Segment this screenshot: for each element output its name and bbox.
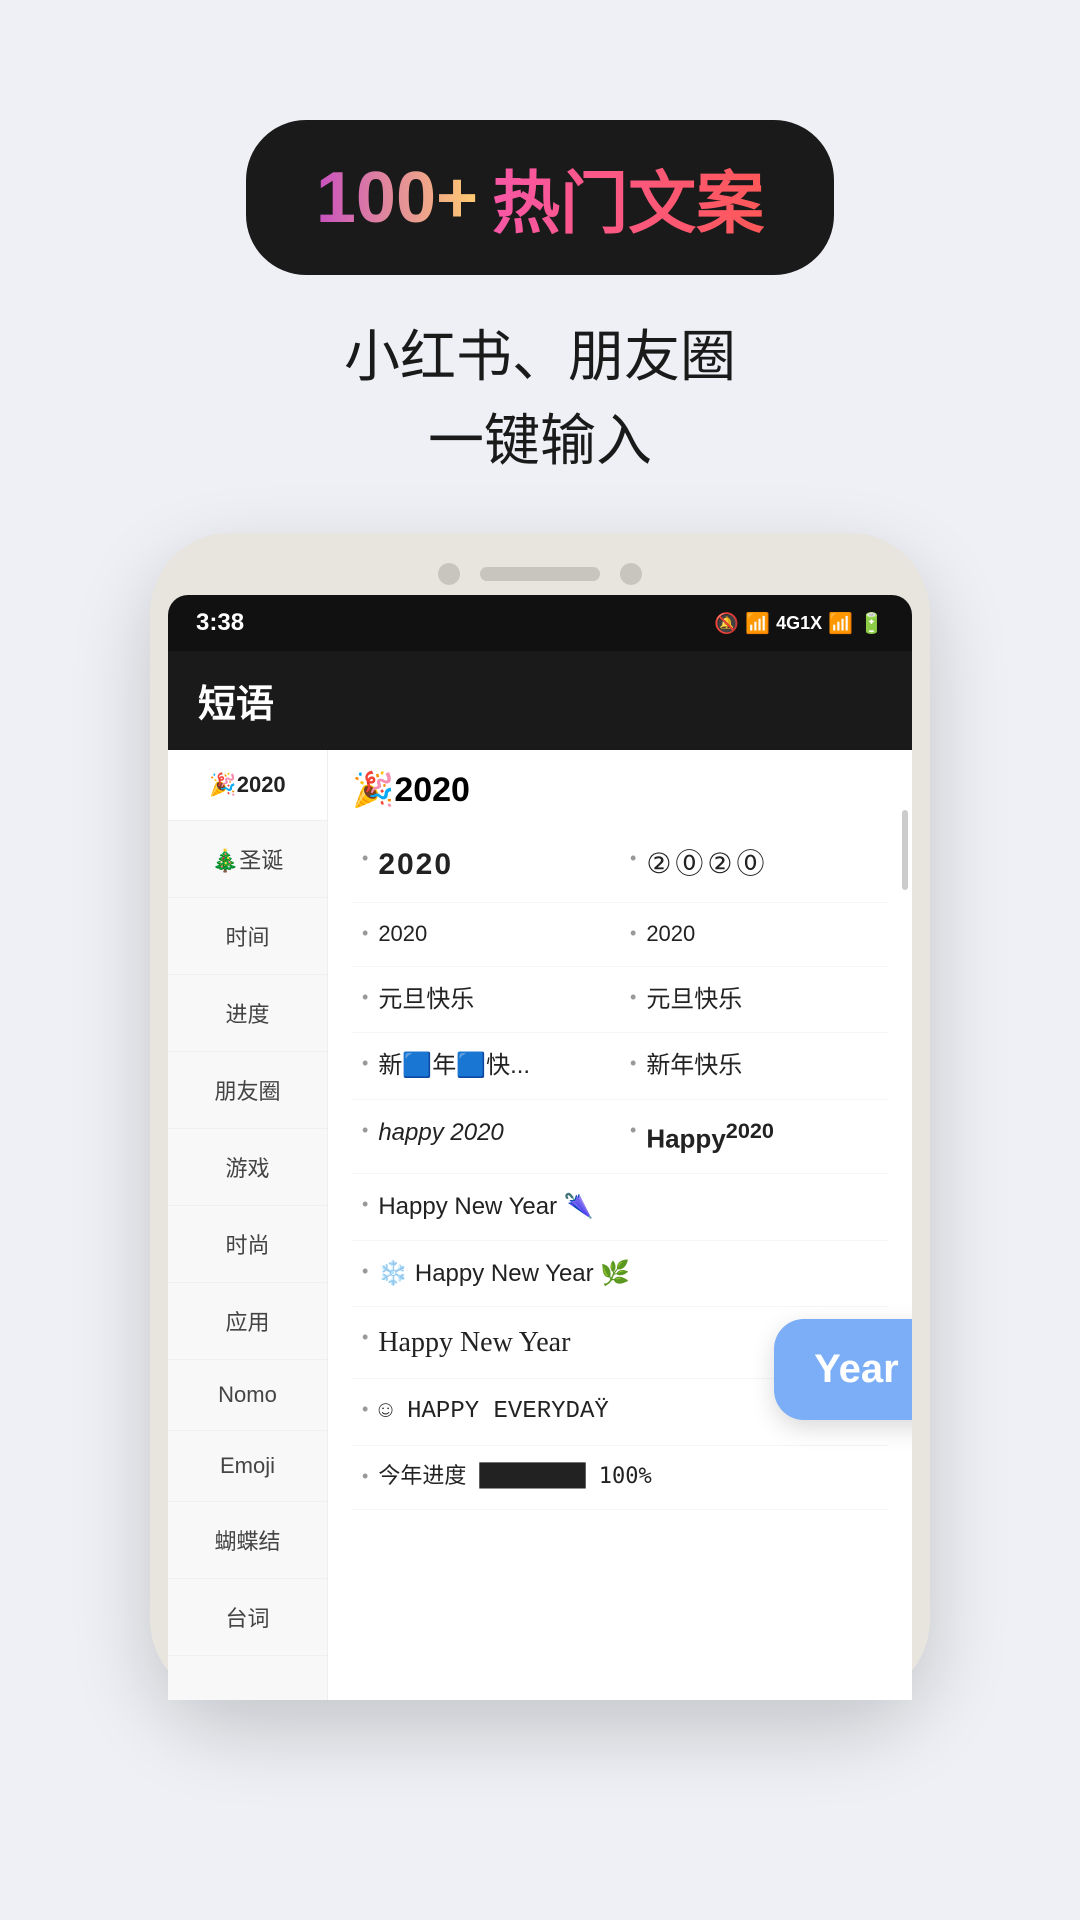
list-item[interactable]: • ❄️ Happy New Year 🌿 [352,1241,888,1308]
bullet-icon: • [630,923,636,944]
sidebar-item-nomo[interactable]: Nomo [168,1360,327,1431]
list-item[interactable]: • ②⓪②⓪ [620,828,888,903]
bullet-icon: • [630,1120,636,1141]
sidebar: 🎉2020 🎄圣诞 时间 进度 朋友圈 游戏 时尚 应用 Nomo Emoji … [168,750,328,1700]
sidebar-item-bow[interactable]: 蝴蝶结 [168,1502,327,1579]
bullet-icon: • [362,1120,368,1141]
sidebar-item-time[interactable]: 时间 [168,898,327,975]
item-text: 2020 [378,844,453,886]
item-text: 元旦快乐 [378,983,474,1017]
sidebar-item-progress[interactable]: 进度 [168,975,327,1052]
item-text: 2020 [378,919,427,950]
list-item[interactable]: • 今年进度 ████████ 100% [352,1446,888,1510]
battery-icon: 🔋 [859,611,884,636]
sidebar-item-fashion[interactable]: 时尚 [168,1206,327,1283]
list-item[interactable]: • 2020 [352,903,620,967]
sidebar-item-app[interactable]: 应用 [168,1283,327,1360]
bullet-icon: • [630,1053,636,1074]
category-title: 🎉2020 [352,770,888,810]
top-section: 100+ 热门文案 小红书、朋友圈 一键输入 [246,0,834,483]
item-text: ②⓪②⓪ [646,844,768,883]
sidebar-item-lines[interactable]: 台词 [168,1579,327,1656]
item-text: ❄️ Happy New Year 🌿 [378,1257,630,1291]
subtitle: 小红书、朋友圈 一键输入 [344,315,736,483]
item-text: 2020 [646,919,695,950]
bullet-icon: • [362,1466,368,1487]
bullet-icon: • [362,987,368,1008]
item-text: 新🟦年🟦快... [378,1049,530,1083]
phone-top-bar [168,563,912,585]
wifi-icon: 📶 [745,611,770,636]
bullet-icon: • [362,1053,368,1074]
app-title: 短语 [198,673,882,728]
badge-text: 热门文案 [492,148,764,247]
sidebar-item-emoji[interactable]: Emoji [168,1431,327,1502]
item-text: Happy New Year 🌂 [378,1190,593,1224]
bell-mute-icon: 🔕 [714,611,739,636]
item-text: Happy2020 [646,1116,774,1157]
list-item[interactable]: • 新年快乐 [620,1033,888,1100]
bullet-icon: • [362,923,368,944]
sidebar-item-2020[interactable]: 🎉2020 [168,750,327,821]
phone-camera [438,563,460,585]
phone-camera2 [620,563,642,585]
status-time: 3:38 [196,609,244,637]
badge-number: 100+ [316,157,478,239]
list-item[interactable]: • 元旦快乐 [620,967,888,1034]
bullet-icon: • [630,987,636,1008]
item-text: 元旦快乐 [646,983,742,1017]
status-bar: 3:38 🔕 📶 4G1X 📶 🔋 [168,595,912,651]
item-text: happy 2020 [378,1116,503,1150]
list-item[interactable]: • 元旦快乐 [352,967,620,1034]
sidebar-item-game[interactable]: 游戏 [168,1129,327,1206]
list-item[interactable]: • 2020 [620,903,888,967]
app-body: 🎉2020 🎄圣诞 时间 进度 朋友圈 游戏 时尚 应用 Nomo Emoji … [168,750,912,1700]
item-text: Happy New Year [378,1323,570,1362]
signal-icon: 📶 [828,611,853,636]
bullet-icon: • [362,1194,368,1215]
item-text: ☺ HAPPY EVERYDAŸ [378,1395,608,1429]
4g-label: 4G1X [776,613,822,634]
list-item[interactable]: • 新🟦年🟦快... [352,1033,620,1100]
sidebar-item-christmas[interactable]: 🎄圣诞 [168,821,327,898]
bubble-text: Year Pr [814,1347,912,1391]
bullet-icon: • [630,848,636,869]
badge-pill: 100+ 热门文案 [246,120,834,275]
main-content: 🎉2020 • 2020 • ②⓪②⓪ [328,750,912,1700]
speech-bubble: Year Pr [774,1319,912,1420]
list-item[interactable]: • Happy2020 [620,1100,888,1174]
app-header: 短语 [168,651,912,750]
list-item[interactable]: • Happy New Year 🌂 [352,1174,888,1241]
status-icons: 🔕 📶 4G1X 📶 🔋 [714,611,884,636]
subtitle-line1: 小红书、朋友圈 [344,325,736,388]
phone-mockup: 3:38 🔕 📶 4G1X 📶 🔋 短语 🎉2020 🎄圣诞 [130,533,950,1700]
bullet-icon: • [362,1261,368,1282]
item-text: 今年进度 ████████ 100% [378,1462,651,1493]
bullet-icon: • [362,848,368,869]
bullet-icon: • [362,1399,368,1420]
scroll-bar[interactable] [902,810,908,890]
list-item[interactable]: • happy 2020 [352,1100,620,1174]
bullet-icon: • [362,1327,368,1348]
phone-screen: 3:38 🔕 📶 4G1X 📶 🔋 短语 🎉2020 🎄圣诞 [168,595,912,1700]
item-text: 新年快乐 [646,1049,742,1083]
subtitle-line2: 一键输入 [428,409,652,472]
sidebar-item-friends[interactable]: 朋友圈 [168,1052,327,1129]
list-item[interactable]: • 2020 [352,828,620,903]
phone-outer: 3:38 🔕 📶 4G1X 📶 🔋 短语 🎉2020 🎄圣诞 [150,533,930,1700]
phone-speaker [480,567,600,581]
